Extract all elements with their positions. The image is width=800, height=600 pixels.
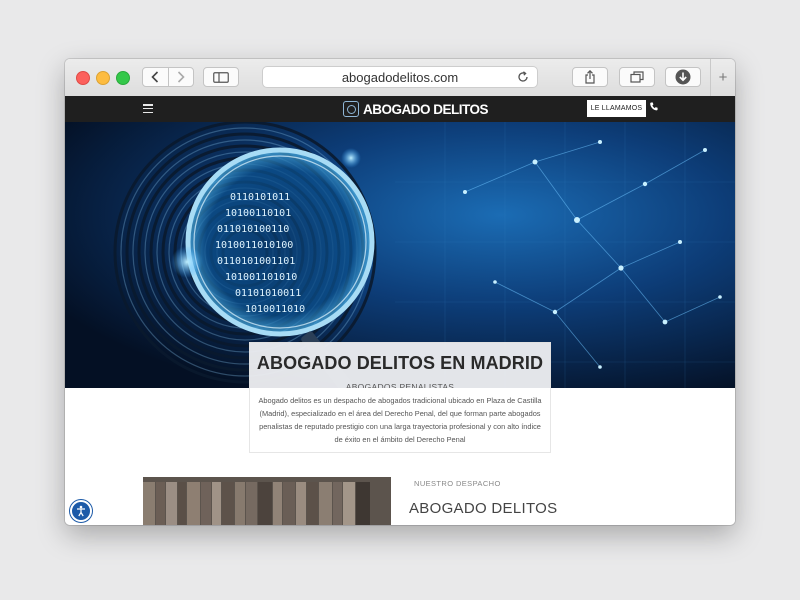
browser-window: abogadodelitos.com + ABOGADO DELITOS LE … — [65, 59, 735, 525]
sidebar-button[interactable] — [203, 67, 239, 87]
tabs-overview-button[interactable] — [619, 67, 655, 87]
new-tab-button[interactable]: + — [710, 59, 735, 96]
minimize-window-button[interactable] — [96, 71, 110, 85]
share-icon — [585, 70, 595, 84]
binary-line-2: 10100110101 — [225, 208, 291, 219]
binary-line-7: 01101010011 — [235, 288, 301, 299]
page-title: ABOGADO DELITOS EN MADRID — [256, 353, 544, 373]
binary-line-8: 1010011010 — [245, 304, 305, 315]
plus-icon: + — [718, 69, 728, 86]
close-window-button[interactable] — [76, 71, 90, 85]
intro-description: Abogado delitos es un despacho de abogad… — [249, 388, 551, 453]
fingerprint-logo-icon — [343, 101, 359, 117]
call-me-button[interactable]: LE LLAMAMOS — [587, 100, 646, 117]
site-logo[interactable]: ABOGADO DELITOS — [343, 100, 489, 118]
binary-line-1: 0110101011 — [230, 192, 290, 203]
forward-button[interactable] — [167, 68, 194, 86]
binary-line-4: 1010011010100 — [215, 240, 293, 251]
accessibility-button[interactable] — [70, 500, 92, 522]
binary-line-6: 101001101010 — [225, 272, 297, 283]
chevron-right-icon — [177, 71, 185, 83]
downloads-button[interactable] — [665, 67, 701, 87]
chevron-left-icon — [151, 71, 159, 83]
url-text: abogadodelitos.com — [341, 69, 459, 85]
browser-toolbar: abogadodelitos.com + — [65, 59, 735, 97]
reload-button[interactable] — [516, 70, 530, 84]
address-bar[interactable]: abogadodelitos.com — [262, 66, 538, 88]
phone-icon[interactable] — [650, 102, 659, 115]
back-button[interactable] — [143, 68, 168, 86]
history-navigation — [142, 67, 194, 87]
share-button[interactable] — [572, 67, 608, 87]
section-title: ABOGADO DELITOS — [409, 500, 558, 517]
download-icon — [675, 69, 691, 85]
section-label: NUESTRO DESPACHO — [414, 479, 501, 488]
binary-line-5: 0110101001101 — [217, 256, 295, 267]
office-bookshelf-image — [143, 477, 391, 525]
zoom-window-button[interactable] — [116, 71, 130, 85]
tabs-icon — [630, 71, 644, 83]
sidebar-icon — [213, 71, 229, 83]
binary-line-3: 011010100110 — [217, 224, 289, 235]
site-header: ABOGADO DELITOS LE LLAMAMOS — [65, 96, 735, 122]
accessibility-icon — [77, 505, 85, 517]
reload-icon — [518, 71, 528, 82]
menu-hamburger-icon[interactable] — [143, 104, 153, 113]
logo-text: ABOGADO DELITOS — [363, 101, 489, 117]
